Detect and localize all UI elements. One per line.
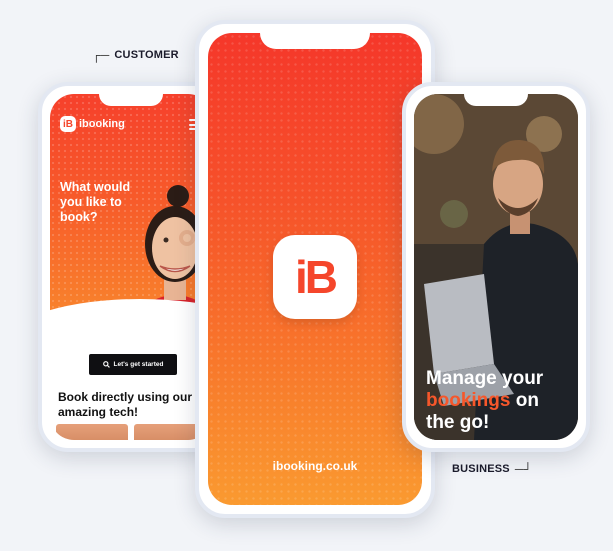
business-label: BUSINESS ─┘ — [452, 462, 532, 476]
customer-label-text: CUSTOMER — [114, 49, 179, 61]
brand-logo[interactable]: iB ibooking — [60, 116, 125, 132]
corner-arrow-icon: ┌─ — [92, 48, 110, 62]
thumbnail-card[interactable] — [56, 424, 128, 440]
phone-notch — [260, 33, 370, 49]
headline-line-2-rest: on — [510, 390, 539, 411]
search-icon — [102, 361, 110, 368]
headline-line-3: the go! — [426, 412, 490, 433]
customer-screen: iB ibooking What would you like to book?… — [50, 94, 212, 440]
subheading: Book directly using our amazing tech! — [58, 390, 193, 419]
get-started-label: Let's get started — [113, 361, 164, 368]
highlighted-word: bookings — [426, 390, 511, 411]
phone-notch — [99, 94, 163, 106]
brand-name: ibooking — [79, 118, 125, 130]
headline-line-2: bookings on — [426, 390, 576, 412]
corner-arrow-icon: ─┘ — [514, 462, 533, 476]
splash-screen: iB ibooking.co.uk — [208, 33, 422, 505]
business-headline: Manage your bookings on the go! — [426, 368, 576, 434]
headline-line-1: Manage your — [426, 368, 544, 389]
website-domain[interactable]: ibooking.co.uk — [208, 459, 422, 473]
get-started-button[interactable]: Let's get started — [89, 354, 177, 375]
splash-phone-mockup: iB ibooking.co.uk — [195, 20, 435, 518]
hero-headline: What would you like to book? — [60, 180, 131, 224]
phone-notch — [464, 94, 528, 106]
business-phone-mockup: Manage your bookings on the go! — [402, 82, 590, 452]
app-icon[interactable]: iB — [273, 235, 357, 319]
business-label-text: BUSINESS — [452, 463, 510, 475]
logo-mark-icon: iB — [60, 116, 76, 132]
business-screen: Manage your bookings on the go! — [414, 94, 578, 440]
customer-label: ┌─ CUSTOMER — [92, 48, 179, 62]
